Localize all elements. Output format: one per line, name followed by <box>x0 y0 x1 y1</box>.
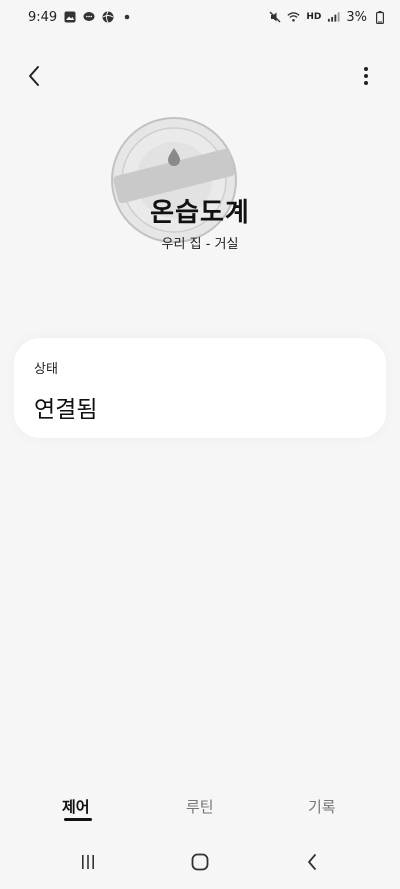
nav-back-button[interactable] <box>292 850 332 878</box>
battery-percent: 3% <box>346 9 367 25</box>
dot-icon <box>120 11 133 24</box>
battery-icon <box>373 10 386 24</box>
wifi-icon <box>287 11 300 24</box>
recent-apps-icon <box>80 854 96 874</box>
status-bar-left: 9:49 <box>28 10 133 25</box>
status-time: 9:49 <box>28 9 58 25</box>
more-vertical-icon <box>363 66 369 90</box>
status-bar: 9:49 HD 3% <box>0 0 400 34</box>
device-location: 우리 집 - 거실 <box>161 237 239 252</box>
mute-icon <box>268 11 281 24</box>
system-navigation-bar <box>0 846 400 882</box>
gallery-icon <box>63 11 76 24</box>
device-name: 온습도계 <box>150 198 250 228</box>
home-icon <box>191 853 209 875</box>
status-bar-right: HD 3% <box>268 10 386 25</box>
top-app-bar <box>0 56 400 100</box>
chevron-left-icon <box>26 64 42 92</box>
back-button[interactable] <box>18 62 50 94</box>
tab-history[interactable]: 기록 <box>308 796 336 817</box>
sports-ball-icon <box>101 11 114 24</box>
status-card[interactable]: 상태 연결됨 <box>14 338 386 438</box>
bottom-tab-bar: 제어 루틴 기록 <box>0 790 400 830</box>
signal-icon <box>327 11 340 24</box>
tab-routine[interactable]: 루틴 <box>186 796 214 817</box>
status-label: 상태 <box>34 362 58 377</box>
back-icon <box>306 853 318 875</box>
active-tab-indicator <box>64 818 92 821</box>
home-button[interactable] <box>180 850 220 878</box>
recent-apps-button[interactable] <box>68 850 108 878</box>
status-value: 연결됨 <box>34 397 98 423</box>
tab-control[interactable]: 제어 <box>62 796 90 817</box>
hd-voice-icon: HD <box>306 11 322 22</box>
more-options-button[interactable] <box>350 62 382 94</box>
chat-icon <box>82 11 95 24</box>
